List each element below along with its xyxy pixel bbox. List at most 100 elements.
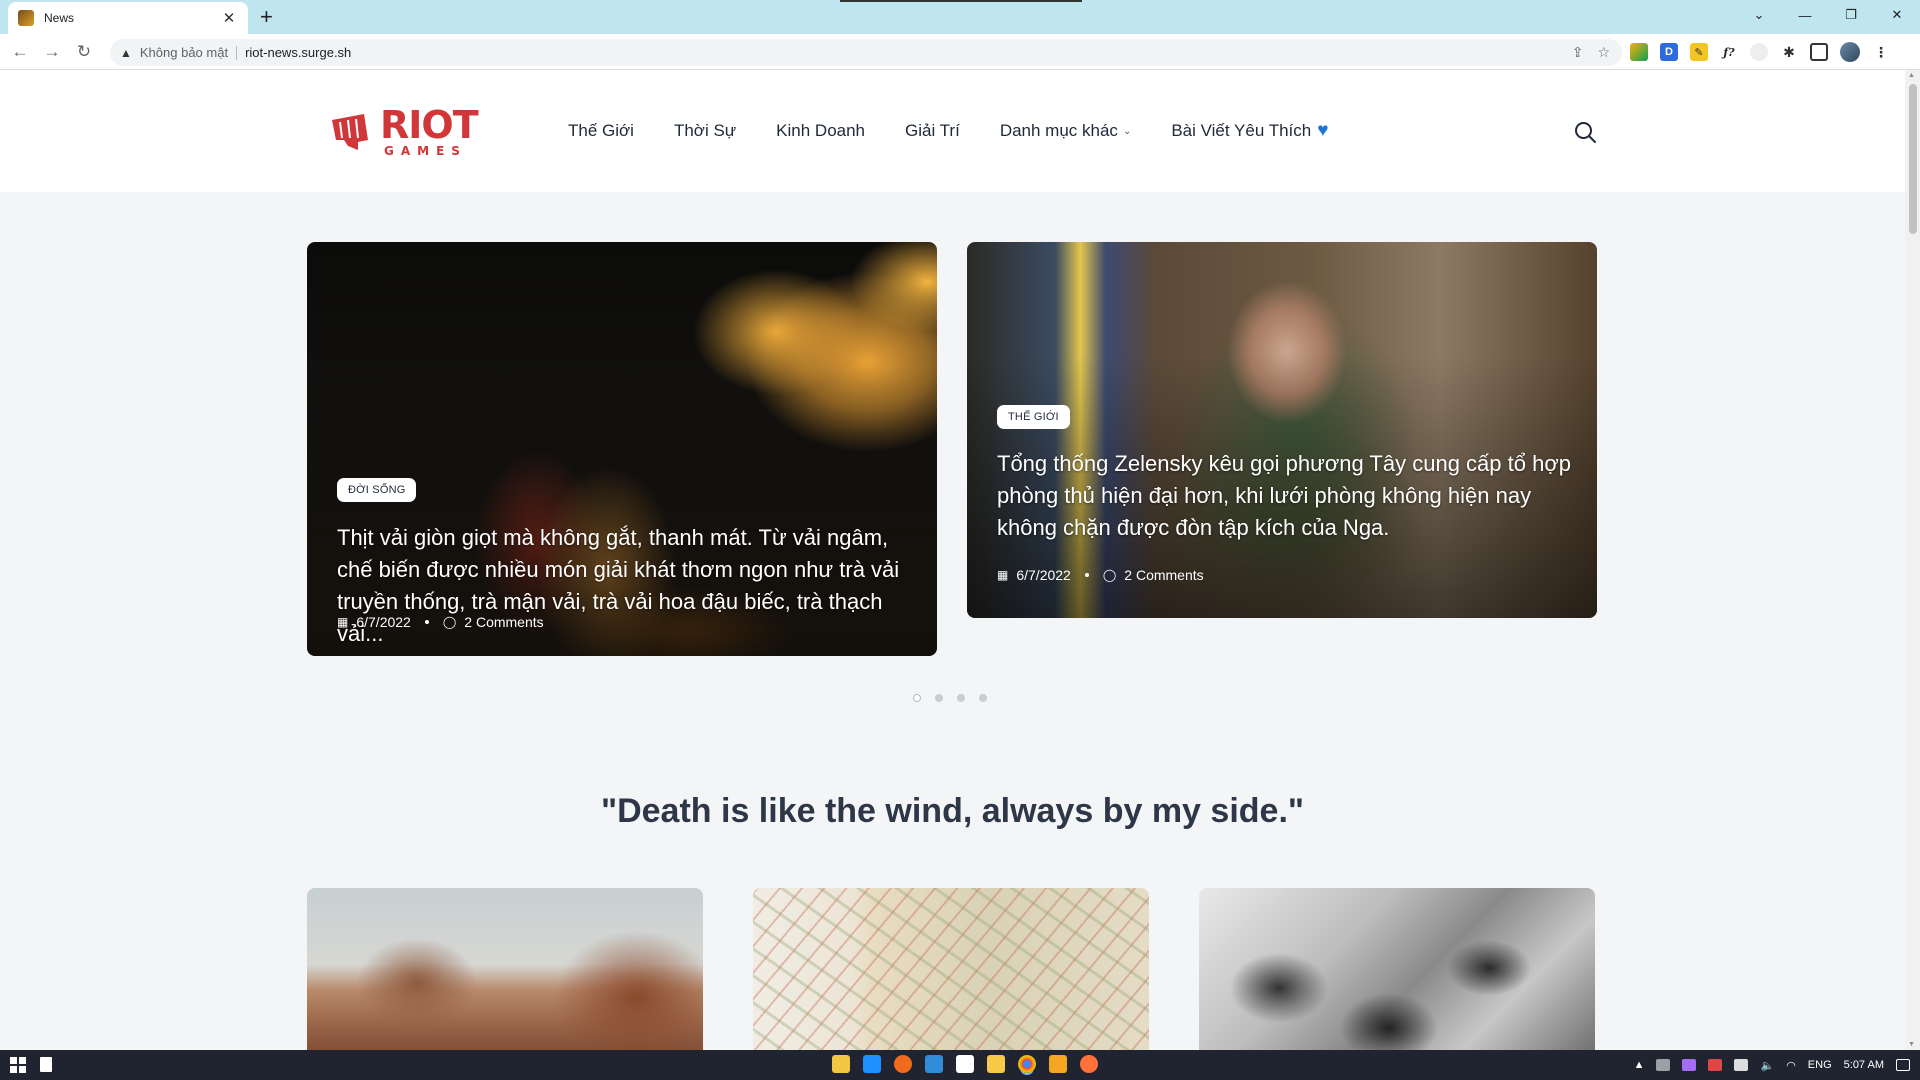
slide-meta: ▦ 6/7/2022 ◯ 2 Comments [337, 614, 544, 630]
extension-1-icon[interactable] [1630, 43, 1648, 61]
chrome-icon[interactable] [1018, 1055, 1036, 1073]
nav-item-thoi-su[interactable]: Thời Sự [674, 120, 736, 142]
close-window-icon[interactable]: ✕ [1874, 0, 1920, 30]
postman-icon[interactable] [894, 1055, 912, 1073]
extension-circle-icon[interactable] [1750, 43, 1768, 61]
window-controls: ⌄ — ❐ ✕ [1736, 0, 1920, 30]
menu-kebab-icon[interactable]: ⋮ [1872, 43, 1890, 61]
slide-comments[interactable]: 2 Comments [1124, 567, 1203, 583]
file-icon[interactable] [40, 1057, 52, 1072]
tab-title: News [44, 11, 75, 25]
share-icon[interactable]: ⇪ [1572, 44, 1584, 61]
omnibox-separator [236, 45, 238, 60]
post-card-image[interactable] [307, 888, 703, 1050]
extensions-row: D ✎ ƒ? ✱ ⋮ [1630, 42, 1890, 62]
site-header: RIOT GAMES Thế Giới Thời Sự Kinh Doanh G… [0, 70, 1905, 192]
profile-avatar[interactable] [1840, 42, 1860, 62]
language-indicator[interactable]: ENG [1808, 1059, 1832, 1071]
nav-item-giai-tri[interactable]: Giải Trí [905, 120, 960, 142]
browser-tab[interactable]: News ✕ [8, 2, 248, 34]
miro-icon[interactable] [987, 1055, 1005, 1073]
slide-comments[interactable]: 2 Comments [464, 614, 543, 630]
page-viewport: RIOT GAMES Thế Giới Thời Sự Kinh Doanh G… [0, 70, 1905, 1050]
featured-slide[interactable]: THẾ GIỚI Tổng thống Zelensky kêu gọi phư… [967, 242, 1597, 618]
address-bar[interactable]: ▲ Không bảo mật riot-news.surge.sh ⇪ ☆ [110, 39, 1622, 66]
taskbar-apps [832, 1055, 1098, 1073]
extensions-puzzle-icon[interactable]: ✱ [1780, 43, 1798, 61]
desktop-app-icon[interactable] [863, 1055, 881, 1073]
logo-primary-text: RIOT [380, 103, 479, 147]
browser-toolbar: ← → ↻ ▲ Không bảo mật riot-news.surge.sh… [0, 34, 1920, 70]
extension-font-icon[interactable]: ƒ? [1720, 43, 1738, 61]
slider-dot[interactable] [935, 694, 943, 702]
sublime-icon[interactable] [1049, 1055, 1067, 1073]
slide-headline[interactable]: Thịt vải giòn giọt mà không gắt, thanh m… [337, 522, 912, 650]
page-scrollbar[interactable]: ▲ ▼ [1905, 70, 1920, 1050]
nav-item-danh-muc-khac[interactable]: Danh mục khác ⌄ [1000, 120, 1132, 142]
volume-icon[interactable]: 🔈 [1760, 1059, 1774, 1072]
search-icon[interactable] [1573, 120, 1597, 144]
back-icon[interactable]: ← [10, 42, 30, 62]
v-app-icon[interactable] [1708, 1059, 1723, 1071]
chevron-down-icon: ⌄ [1122, 125, 1132, 137]
logo-secondary-text: GAMES [384, 144, 467, 158]
nav-item-the-gioi[interactable]: Thế Giới [568, 120, 634, 142]
warning-icon[interactable]: ▲ [120, 46, 132, 60]
scroll-up-icon[interactable]: ▲ [1908, 72, 1915, 79]
riot-fist-icon [332, 113, 368, 150]
featured-slide[interactable]: ĐỜI SỐNG Thịt vải giòn giọt mà không gắt… [307, 242, 937, 656]
reload-icon[interactable]: ↻ [74, 42, 94, 62]
vscode-icon[interactable] [925, 1055, 943, 1073]
browser-tab-strip: News ✕ + ⌄ — ❐ ✕ [0, 0, 1920, 34]
bookmark-star-icon[interactable]: ☆ [1597, 44, 1610, 61]
system-tray: ▲ 🔈 ◠ ENG 5:07 AM [1634, 1050, 1910, 1080]
tray-chevron-up-icon[interactable]: ▲ [1634, 1059, 1645, 1071]
firefox-icon[interactable] [1080, 1055, 1098, 1073]
meta-separator [1084, 573, 1089, 577]
restore-icon[interactable]: ❐ [1828, 0, 1874, 30]
windows-start-icon[interactable] [10, 1057, 26, 1073]
slider-dot[interactable] [913, 694, 921, 702]
close-tab-icon[interactable]: ✕ [220, 9, 238, 27]
forward-icon[interactable]: → [42, 42, 62, 62]
security-label[interactable]: Không bảo mật [140, 45, 228, 60]
meta-separator [424, 620, 429, 624]
quote-heading: "Death is like the wind, always by my si… [600, 792, 1305, 830]
scrollbar-thumb[interactable] [1909, 84, 1917, 234]
nav-item-danh-muc-khac-label: Danh mục khác [999, 121, 1118, 140]
file-explorer-icon[interactable] [832, 1055, 850, 1073]
pen-icon[interactable] [1682, 1059, 1697, 1071]
extension-note-icon[interactable]: ✎ [1690, 43, 1708, 61]
post-card-image[interactable] [753, 888, 1149, 1050]
cloud-icon[interactable] [1656, 1059, 1671, 1071]
clock[interactable]: 5:07 AM [1844, 1059, 1884, 1071]
minimize-icon[interactable]: — [1782, 0, 1828, 30]
calendar-icon: ▦ [337, 615, 349, 629]
side-panel-icon[interactable] [1810, 43, 1828, 61]
slide-headline[interactable]: Tổng thống Zelensky kêu gọi phương Tây c… [997, 448, 1572, 544]
nav-item-bai-viet-yeu-thich[interactable]: Bài Viết Yêu Thích ♥ [1171, 120, 1328, 142]
site-favicon-icon [18, 10, 34, 26]
new-tab-icon[interactable]: + [260, 6, 273, 28]
category-badge[interactable]: THẾ GIỚI [997, 405, 1070, 429]
category-badge[interactable]: ĐỜI SỐNG [337, 478, 417, 502]
url-text[interactable]: riot-news.surge.sh [245, 45, 351, 60]
notifications-icon[interactable] [1896, 1059, 1910, 1071]
os-taskbar: ▲ 🔈 ◠ ENG 5:07 AM [0, 1050, 1920, 1080]
battery-icon[interactable] [1734, 1059, 1749, 1071]
nav-item-kinh-doanh[interactable]: Kinh Doanh [776, 120, 865, 142]
slide-meta: ▦ 6/7/2022 ◯ 2 Comments [997, 567, 1204, 583]
site-logo[interactable]: RIOT GAMES [328, 103, 479, 158]
notion-icon[interactable] [956, 1055, 974, 1073]
slider-dot[interactable] [979, 694, 987, 702]
tab-drag-indicator [840, 0, 1082, 2]
wifi-icon[interactable]: ◠ [1786, 1059, 1796, 1072]
heart-icon: ♥ [1317, 120, 1329, 141]
post-card-image[interactable] [1199, 888, 1595, 1050]
main-nav: Thế Giới Thời Sự Kinh Doanh Giải Trí Dan… [568, 120, 1369, 142]
scroll-down-icon[interactable]: ▼ [1908, 1041, 1915, 1048]
comment-icon: ◯ [1102, 568, 1117, 582]
tab-search-icon[interactable]: ⌄ [1736, 0, 1782, 30]
extension-d-icon[interactable]: D [1660, 43, 1678, 61]
slider-dot[interactable] [957, 694, 965, 702]
